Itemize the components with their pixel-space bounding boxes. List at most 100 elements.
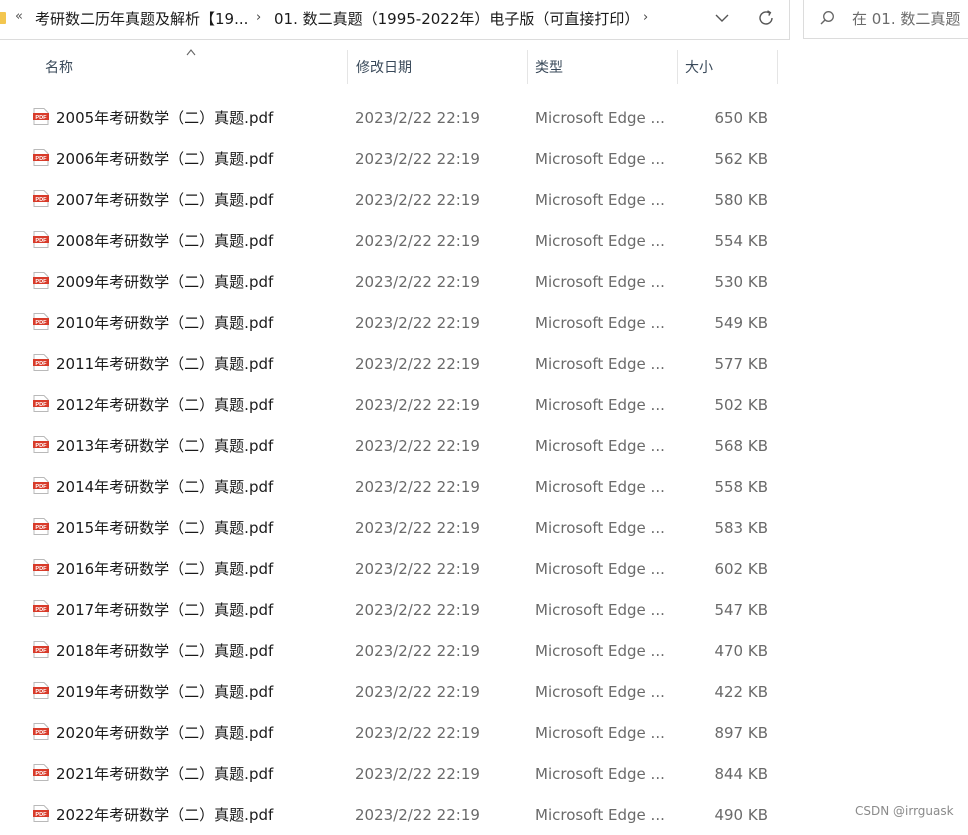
file-row[interactable]: PDF 2021年考研数学（二）真题.pdf 2023/2/22 22:19 Micr… [30,753,780,794]
file-row[interactable]: PDF 2006年考研数学（二）真题.pdf 2023/2/22 22:19 Micr… [30,138,780,179]
svg-text:PDF: PDF [35,320,47,326]
file-row[interactable]: PDF 2015年考研数学（二）真题.pdf 2023/2/22 22:19 Micr… [30,507,780,548]
file-modified-date: 2023/2/22 22:19 [355,642,480,660]
file-size: 470 KB [714,642,768,660]
svg-text:PDF: PDF [35,484,47,490]
pdf-file-icon: PDF [33,231,49,248]
file-size: 844 KB [714,765,768,783]
file-modified-date: 2023/2/22 22:19 [355,355,480,373]
pdf-file-icon: PDF [33,272,49,289]
column-header-name[interactable]: 名称 [45,58,73,78]
file-row[interactable]: PDF 2013年考研数学（二）真题.pdf 2023/2/22 22:19 Micr… [30,425,780,466]
file-name: 2020年考研数学（二）真题.pdf [56,724,274,742]
file-modified-date: 2023/2/22 22:19 [355,150,480,168]
search-placeholder: 在 01. 数二真题 [852,10,961,28]
pdf-file-icon: PDF [33,723,49,740]
file-size: 562 KB [714,150,768,168]
file-modified-date: 2023/2/22 22:19 [355,560,480,578]
pdf-file-icon: PDF [33,477,49,494]
breadcrumb-separator[interactable]: › [256,10,261,25]
svg-text:PDF: PDF [35,115,47,121]
svg-text:PDF: PDF [35,648,47,654]
column-header-size[interactable]: 大小 [685,58,713,78]
breadcrumb-overflow-button[interactable]: « [15,9,23,24]
file-row[interactable]: PDF 2007年考研数学（二）真题.pdf 2023/2/22 22:19 Micr… [30,179,780,220]
file-type: Microsoft Edge ... [535,519,665,537]
file-modified-date: 2023/2/22 22:19 [355,396,480,414]
file-type: Microsoft Edge ... [535,806,665,824]
file-modified-date: 2023/2/22 22:19 [355,314,480,332]
file-row[interactable]: PDF 2012年考研数学（二）真题.pdf 2023/2/22 22:19 Micr… [30,384,780,425]
svg-text:PDF: PDF [35,279,47,285]
file-name: 2022年考研数学（二）真题.pdf [56,806,274,824]
file-type: Microsoft Edge ... [535,601,665,619]
svg-text:PDF: PDF [35,525,47,531]
file-modified-date: 2023/2/22 22:19 [355,437,480,455]
pdf-file-icon: PDF [33,600,49,617]
file-type: Microsoft Edge ... [535,109,665,127]
file-row[interactable]: PDF 2009年考研数学（二）真题.pdf 2023/2/22 22:19 Micr… [30,261,780,302]
svg-text:PDF: PDF [35,566,47,572]
file-row[interactable]: PDF 2018年考研数学（二）真题.pdf 2023/2/22 22:19 Micr… [30,630,780,671]
pdf-file-icon: PDF [33,313,49,330]
column-divider[interactable] [527,50,528,84]
file-row[interactable]: PDF 2019年考研数学（二）真题.pdf 2023/2/22 22:19 Micr… [30,671,780,712]
file-type: Microsoft Edge ... [535,191,665,209]
file-size: 422 KB [714,683,768,701]
svg-text:PDF: PDF [35,238,47,244]
column-header-type[interactable]: 类型 [535,58,563,78]
pdf-file-icon: PDF [33,764,49,781]
watermark: CSDN @irrguask [855,804,954,818]
column-header-date[interactable]: 修改日期 [356,58,412,78]
file-size: 583 KB [714,519,768,537]
breadcrumb-parent-folder[interactable]: 考研数二历年真题及解析【19... [35,9,248,29]
file-row[interactable]: PDF 2020年考研数学（二）真题.pdf 2023/2/22 22:19 Micr… [30,712,780,753]
svg-text:PDF: PDF [35,361,47,367]
svg-text:PDF: PDF [35,812,47,818]
file-name: 2007年考研数学（二）真题.pdf [56,191,274,209]
file-name: 2018年考研数学（二）真题.pdf [56,642,274,660]
file-row[interactable]: PDF 2005年考研数学（二）真题.pdf 2023/2/22 22:19 Micr… [30,97,780,138]
file-name: 2005年考研数学（二）真题.pdf [56,109,274,127]
breadcrumb-trailing-separator[interactable]: › [643,10,648,25]
file-name: 2014年考研数学（二）真题.pdf [56,478,274,496]
svg-text:PDF: PDF [35,197,47,203]
file-size: 549 KB [714,314,768,332]
file-size: 577 KB [714,355,768,373]
file-modified-date: 2023/2/22 22:19 [355,273,480,291]
search-input[interactable]: 在 01. 数二真题 [803,0,968,39]
file-name: 2021年考研数学（二）真题.pdf [56,765,274,783]
file-row[interactable]: PDF 2014年考研数学（二）真题.pdf 2023/2/22 22:19 Micr… [30,466,780,507]
chevron-down-icon[interactable] [714,10,730,26]
file-name: 2012年考研数学（二）真题.pdf [56,396,274,414]
file-name: 2017年考研数学（二）真题.pdf [56,601,274,619]
file-row[interactable]: PDF 2016年考研数学（二）真题.pdf 2023/2/22 22:19 Micr… [30,548,780,589]
file-size: 490 KB [714,806,768,824]
file-row[interactable]: PDF 2010年考研数学（二）真题.pdf 2023/2/22 22:19 Micr… [30,302,780,343]
file-row[interactable]: PDF 2017年考研数学（二）真题.pdf 2023/2/22 22:19 Micr… [30,589,780,630]
pdf-file-icon: PDF [33,354,49,371]
file-type: Microsoft Edge ... [535,724,665,742]
file-name: 2009年考研数学（二）真题.pdf [56,273,274,291]
column-divider[interactable] [677,50,678,84]
file-modified-date: 2023/2/22 22:19 [355,191,480,209]
address-bar[interactable]: « 考研数二历年真题及解析【19... › 01. 数二真题（1995-2022… [0,0,790,40]
pdf-file-icon: PDF [33,805,49,822]
breadcrumb-current-folder[interactable]: 01. 数二真题（1995-2022年）电子版（可直接打印） [274,9,639,29]
file-type: Microsoft Edge ... [535,396,665,414]
sort-ascending-icon [186,49,196,56]
pdf-file-icon: PDF [33,518,49,535]
file-name: 2019年考研数学（二）真题.pdf [56,683,274,701]
file-size: 650 KB [714,109,768,127]
file-modified-date: 2023/2/22 22:19 [355,683,480,701]
file-row[interactable]: PDF 2008年考研数学（二）真题.pdf 2023/2/22 22:19 Micr… [30,220,780,261]
column-divider[interactable] [347,50,348,84]
refresh-icon[interactable] [756,8,776,28]
file-name: 2006年考研数学（二）真题.pdf [56,150,274,168]
file-row[interactable]: PDF 2022年考研数学（二）真题.pdf 2023/2/22 22:19 Micr… [30,794,780,835]
pdf-file-icon: PDF [33,395,49,412]
file-name: 2010年考研数学（二）真题.pdf [56,314,274,332]
column-divider[interactable] [777,50,778,84]
file-row[interactable]: PDF 2011年考研数学（二）真题.pdf 2023/2/22 22:19 Micr… [30,343,780,384]
svg-text:PDF: PDF [35,607,47,613]
